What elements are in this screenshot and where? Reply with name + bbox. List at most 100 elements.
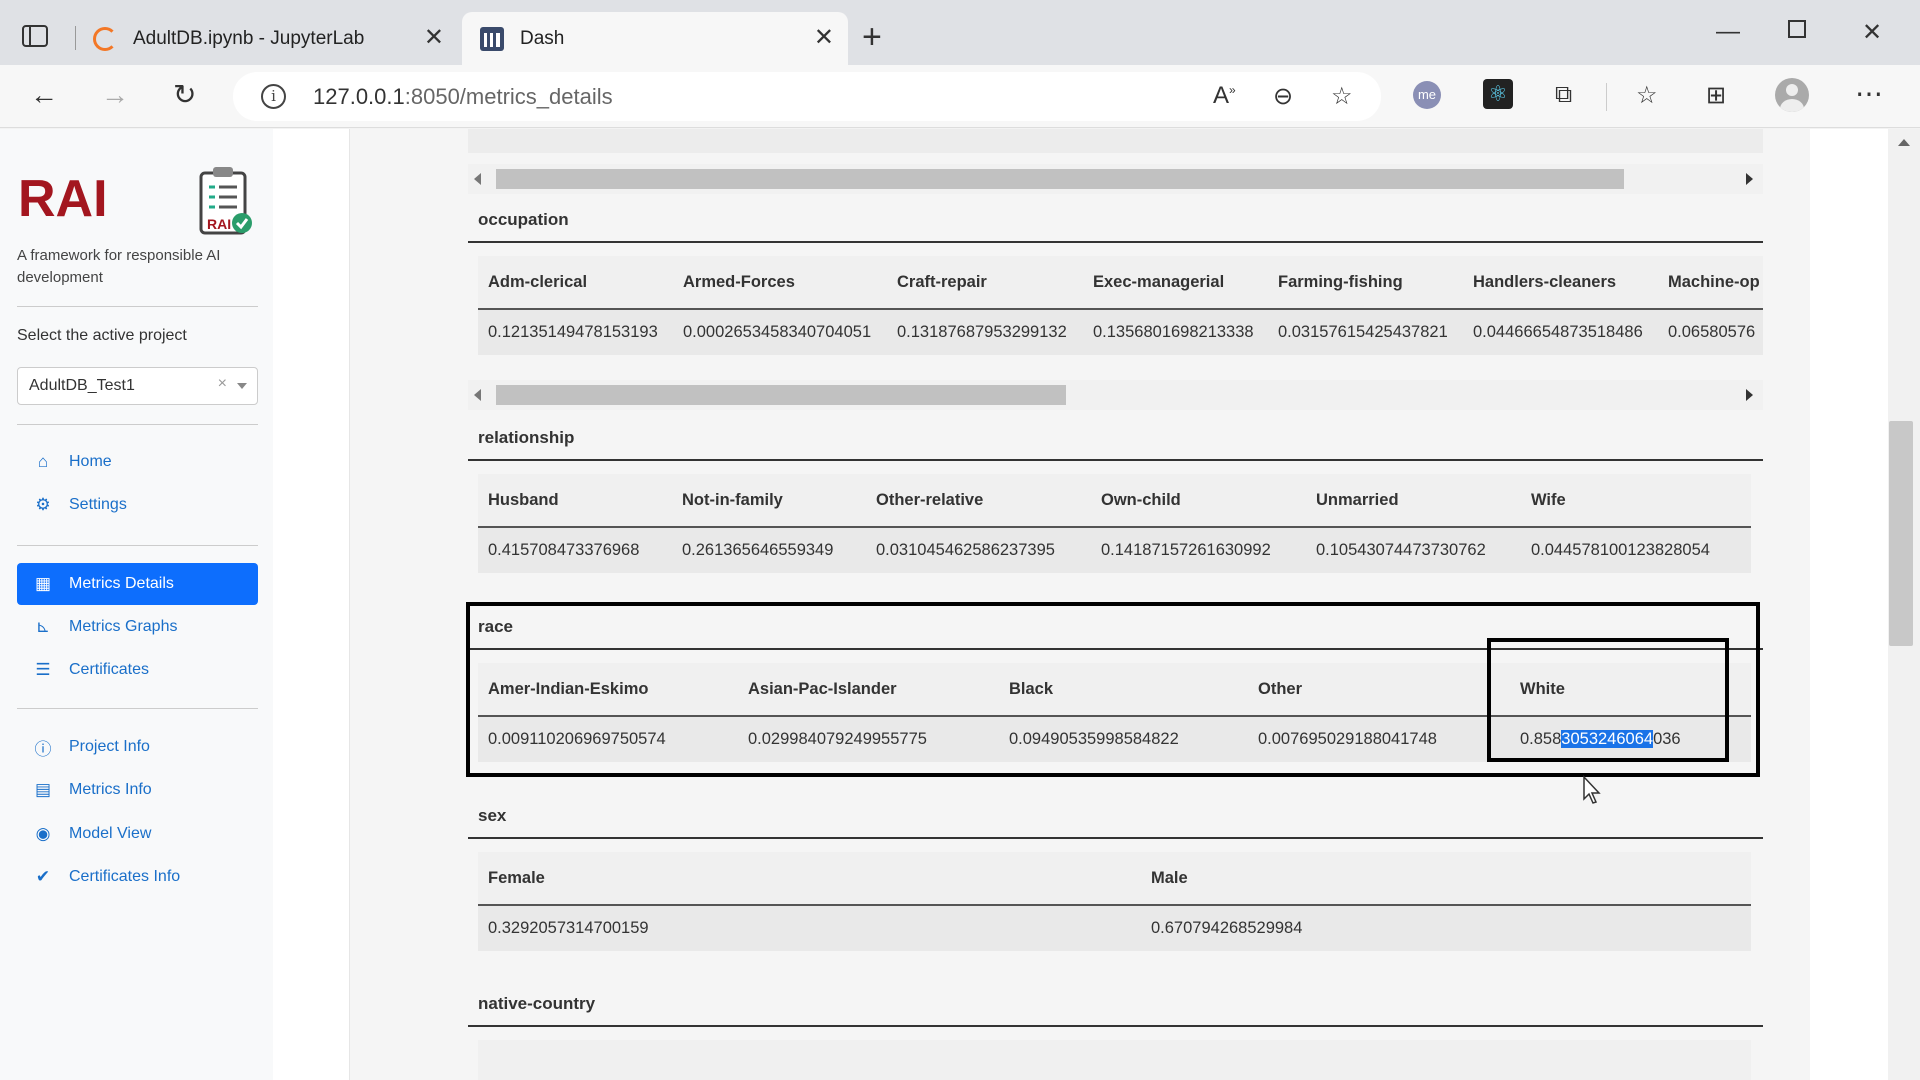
nav-home[interactable]: ⌂ Home [17, 441, 258, 483]
table-cell[interactable]: 0.14187157261630992 [1091, 527, 1306, 573]
scrollbar-thumb[interactable] [496, 169, 1624, 189]
column-header[interactable]: Own-child [1091, 474, 1306, 528]
dash-favicon-icon [480, 26, 504, 51]
tab-actions-icon[interactable] [22, 25, 48, 47]
add-favorite-icon[interactable]: ☆ [1331, 82, 1353, 111]
nav-model-view[interactable]: ◉ Model View [17, 813, 258, 855]
scrollbar-thumb[interactable] [496, 385, 1066, 405]
table-cell[interactable]: 0.04466654873518486 [1463, 309, 1658, 355]
new-tab-icon[interactable]: + [862, 20, 882, 54]
column-header[interactable]: Farming-fishing [1268, 256, 1463, 310]
clipboard-logo-icon: RAI [199, 167, 252, 235]
react-devtools-icon[interactable]: ⚛ [1483, 79, 1513, 109]
favorites-icon[interactable]: ☆ [1636, 81, 1658, 110]
extensions-icon[interactable]: ⧉ [1555, 81, 1572, 109]
window-close-icon[interactable]: ✕ [1862, 18, 1882, 47]
column-header[interactable]: Armed-Forces [673, 256, 887, 310]
nav-metrics-details[interactable]: ▦ Metrics Details [17, 563, 258, 605]
reload-icon[interactable]: ↻ [173, 79, 196, 111]
section-title: native-country [478, 994, 596, 1013]
horizontal-scrollbar[interactable] [468, 164, 1763, 194]
table-cell[interactable]: 0.670794268529984 [1141, 905, 1751, 951]
svg-text:RAI: RAI [207, 216, 231, 232]
nav-certificates-info[interactable]: ✔ Certificates Info [17, 856, 258, 898]
nav-metrics-info[interactable]: ▤ Metrics Info [17, 769, 258, 811]
tab-dash[interactable]: Dash ✕ [462, 12, 848, 65]
table-cell[interactable]: 0.06580576 [1658, 309, 1763, 355]
column-header[interactable]: Wife [1521, 474, 1751, 528]
divider [17, 545, 258, 546]
column-header[interactable]: Machine-op [1658, 256, 1763, 310]
jupyter-favicon-icon [93, 26, 117, 51]
table-cell[interactable]: 0.261365646559349 [672, 527, 866, 573]
list-check-icon: ☰ [35, 660, 51, 679]
table-row: 0.12135149478153193 0.000265345834070405… [478, 309, 1763, 355]
collections-icon[interactable]: ⊞ [1706, 81, 1726, 110]
clear-selection-icon[interactable]: × [218, 375, 227, 393]
url-host: 127.0.0.1 [313, 84, 405, 109]
page-scrollbar-thumb[interactable] [1889, 421, 1913, 646]
column-header[interactable]: Male [1141, 852, 1751, 906]
nav-settings[interactable]: ⚙ Settings [17, 484, 258, 526]
scroll-left-icon[interactable] [474, 173, 481, 185]
table-cell[interactable]: 0.10543074473730762 [1306, 527, 1521, 573]
section-rule [468, 837, 1763, 839]
nav-metrics-graphs[interactable]: ⊾ Metrics Graphs [17, 606, 258, 648]
table-cell[interactable]: 0.13187687953299132 [887, 309, 1083, 355]
scroll-up-icon[interactable] [1898, 139, 1910, 146]
column-header[interactable]: Craft-repair [887, 256, 1083, 310]
nav-label: Settings [69, 496, 127, 513]
gear-icon: ⚙ [35, 495, 51, 514]
read-aloud-icon[interactable]: A» [1213, 82, 1236, 110]
table-cell[interactable]: 0.12135149478153193 [478, 309, 673, 355]
table-cell[interactable]: 0.1356801698213338 [1083, 309, 1268, 355]
close-tab-icon[interactable]: ✕ [424, 26, 444, 50]
rai-logo: RAI [18, 170, 108, 228]
table-cell[interactable]: 0.0002653458340704051 [673, 309, 887, 355]
page-scrollbar[interactable] [1888, 129, 1920, 1080]
zoom-out-icon[interactable]: ⊖ [1273, 82, 1293, 111]
nav-label: Metrics Details [69, 575, 174, 592]
nav-label: Certificates [69, 661, 150, 678]
table-row: 0.415708473376968 0.261365646559349 0.03… [478, 527, 1751, 573]
site-info-icon[interactable]: i [261, 84, 286, 109]
table-cell[interactable]: 0.03157615425437821 [1268, 309, 1463, 355]
column-header[interactable]: Adm-clerical [478, 256, 673, 310]
tab-jupyterlab[interactable]: AdultDB.ipynb - JupyterLab ✕ [88, 12, 458, 65]
divider [17, 708, 258, 709]
left-gutter [273, 129, 349, 1080]
column-header[interactable]: Unmarried [1306, 474, 1521, 528]
table-cell[interactable]: 0.031045462586237395 [866, 527, 1091, 573]
address-bar[interactable]: i 127.0.0.1:8050/metrics_details A» ⊖ ☆ [233, 72, 1381, 121]
url-text[interactable]: 127.0.0.1:8050/metrics_details [313, 84, 613, 110]
eye-icon: ◉ [35, 824, 51, 843]
url-path: :8050/metrics_details [404, 84, 613, 109]
nav-project-info[interactable]: ⓘ Project Info [17, 726, 258, 768]
me-extension-icon[interactable]: me [1413, 81, 1441, 109]
project-select[interactable]: AdultDB_Test1 × [17, 367, 258, 405]
column-header[interactable]: Other-relative [866, 474, 1091, 528]
chevron-down-icon[interactable] [237, 383, 247, 389]
nav-certificates[interactable]: ☰ Certificates [17, 649, 258, 691]
section-sex: sex Female Male 0.3292057314700159 0.670… [468, 795, 1763, 965]
column-header[interactable]: Husband [478, 474, 672, 528]
column-header[interactable]: Handlers-cleaners [1463, 256, 1658, 310]
scroll-left-icon[interactable] [474, 389, 481, 401]
minimize-icon[interactable]: — [1716, 18, 1740, 46]
table-cell[interactable]: 0.415708473376968 [478, 527, 672, 573]
maximize-icon[interactable] [1788, 20, 1806, 38]
select-project-label: Select the active project [17, 327, 187, 344]
column-header[interactable]: Female [478, 852, 1141, 906]
scroll-right-icon[interactable] [1746, 173, 1753, 185]
forward-icon[interactable]: → [101, 79, 129, 111]
column-header[interactable]: Exec-managerial [1083, 256, 1268, 310]
scroll-right-icon[interactable] [1746, 389, 1753, 401]
horizontal-scrollbar[interactable] [468, 380, 1763, 410]
column-header[interactable]: Not-in-family [672, 474, 866, 528]
more-options-icon[interactable]: ⋯ [1855, 77, 1883, 110]
table-cell[interactable]: 0.044578100123828054 [1521, 527, 1751, 573]
table-cell[interactable]: 0.3292057314700159 [478, 905, 1141, 951]
close-tab-icon[interactable]: ✕ [814, 26, 834, 50]
profile-avatar-icon[interactable] [1775, 78, 1809, 112]
back-icon[interactable]: ← [30, 79, 58, 111]
